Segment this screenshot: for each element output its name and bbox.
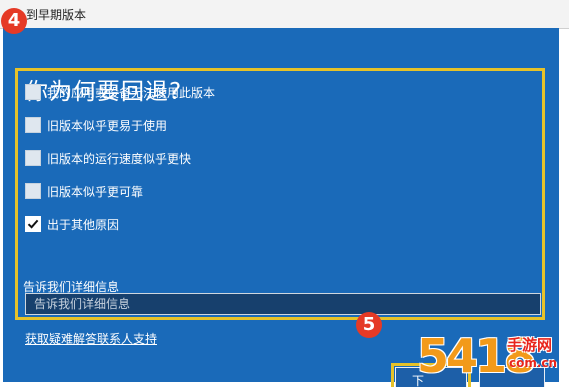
watermark-site-name: 手游网 <box>507 336 553 354</box>
help-link[interactable]: 获取疑难解答联系人支持 <box>25 330 157 347</box>
option-more-reliable[interactable]: 旧版本似乎更可靠 <box>25 183 175 201</box>
window-title: 到早期版本 <box>26 8 87 22</box>
checkbox-unchecked[interactable] <box>25 84 41 100</box>
option-label: 出于其他原因 <box>47 218 120 232</box>
checkbox-unchecked[interactable] <box>25 117 41 133</box>
option-label: 旧版本似乎更易于使用 <box>47 119 168 133</box>
checkbox-unchecked[interactable] <box>25 183 41 199</box>
option-label: 旧版本似乎更可靠 <box>47 185 144 199</box>
step-callout-5: 5 <box>356 312 382 338</box>
checkmark-icon <box>27 219 39 229</box>
option-label: 我的应用或设备无法使用此版本 <box>47 86 216 100</box>
option-other-reason[interactable]: 出于其他原因 <box>25 216 145 234</box>
title-bar: 到早期版本 <box>0 0 569 29</box>
step-callout-4: 4 <box>1 8 27 34</box>
app-window: 到早期版本 你为何要回退? 我的应用或设备无法使用此版本 旧版本似乎更易于使用 … <box>0 0 569 387</box>
site-watermark: 5418 手游网 com.cn <box>415 328 569 387</box>
option-app-device-not-working[interactable]: 我的应用或设备无法使用此版本 <box>25 84 245 102</box>
checkbox-checked[interactable] <box>25 216 41 232</box>
checkbox-unchecked[interactable] <box>25 150 41 166</box>
watermark-domain: com.cn <box>509 356 558 370</box>
option-easier-to-use[interactable]: 旧版本似乎更易于使用 <box>25 117 185 135</box>
details-input[interactable] <box>25 293 541 315</box>
option-faster[interactable]: 旧版本的运行速度似乎更快 <box>25 150 215 168</box>
option-label: 旧版本的运行速度似乎更快 <box>47 152 192 166</box>
